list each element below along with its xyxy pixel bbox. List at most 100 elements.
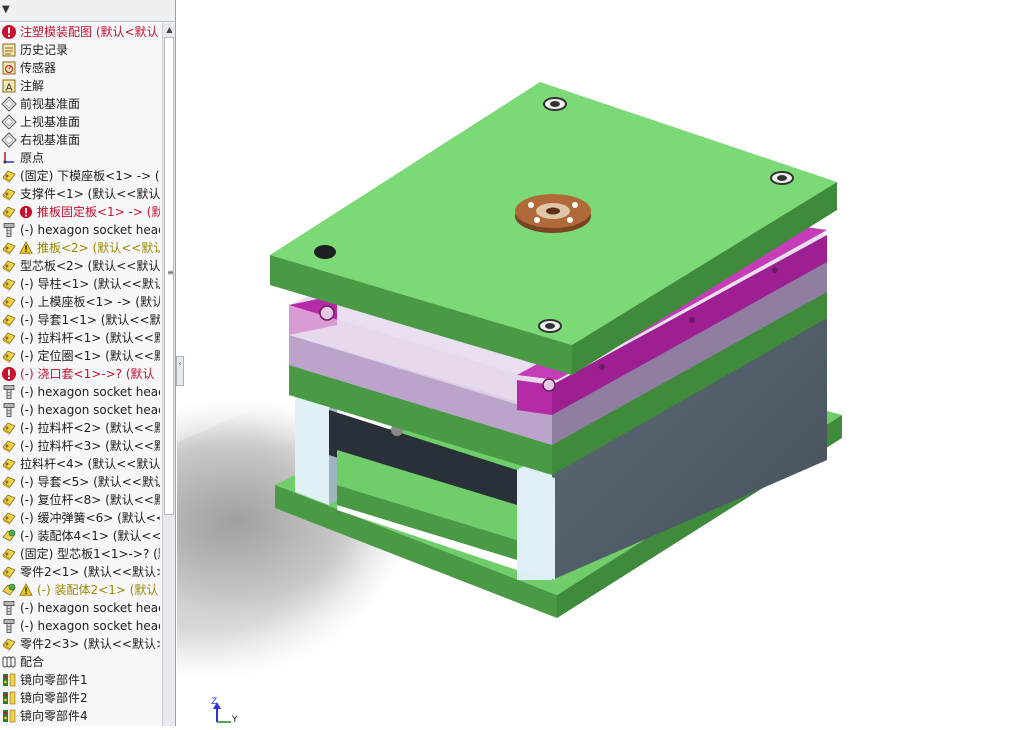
- tree-item-label: (-) 定位圈<1> (默认<<默认: [20, 349, 160, 363]
- tree-item[interactable]: (-) 定位圈<1> (默认<<默认: [0, 347, 160, 365]
- tree-scrollbar[interactable]: ▲ ≡: [162, 23, 175, 726]
- tree-item[interactable]: (-) 装配体4<1> (默认<<默: [0, 527, 160, 545]
- tree-item[interactable]: 上视基准面: [0, 113, 160, 131]
- chevron-down-icon[interactable]: ▼: [2, 4, 10, 15]
- tree-item[interactable]: 右视基准面: [0, 131, 160, 149]
- tree-item[interactable]: 传感器: [0, 59, 160, 77]
- tree-item[interactable]: 镜向零部件1: [0, 671, 160, 689]
- locating-ring[interactable]: [515, 194, 591, 233]
- tree-item[interactable]: (固定) 下模座板<1> -> (: [0, 167, 160, 185]
- tree-item[interactable]: 拉料杆<4> (默认<<默认>: [0, 455, 160, 473]
- plane-icon: [1, 132, 17, 148]
- tree-item[interactable]: (-) 导套<5> (默认<<默认: [0, 473, 160, 491]
- tree-item[interactable]: (-) 拉料杆<2> (默认<<默认: [0, 419, 160, 437]
- tree-item[interactable]: 零件2<1> (默认<<默认>: [0, 563, 160, 581]
- tree-item[interactable]: 推板固定板<1> -> (默: [0, 203, 160, 221]
- tree-item-label: (-) hexagon socket head: [20, 223, 160, 237]
- tree-item-label: (-) 拉料杆<1> (默认<<默认: [20, 331, 160, 345]
- tree-item-label: (-) 上模座板<1> -> (默认: [20, 295, 160, 309]
- part-icon: [1, 294, 17, 310]
- annotation-icon: A: [1, 78, 17, 94]
- plane-icon: [1, 114, 17, 130]
- tree-item[interactable]: (-) hexagon socket head: [0, 401, 160, 419]
- tree-item-label: (-) hexagon socket head: [20, 403, 160, 417]
- tree-item[interactable]: (-) hexagon socket head: [0, 383, 160, 401]
- tree-item[interactable]: (固定) 型芯板1<1>->? (默: [0, 545, 160, 563]
- part-icon: [1, 510, 17, 526]
- tree-item-label: (-) 浇口套<1>->? (默认: [20, 367, 155, 381]
- tree-item[interactable]: 镜向零部件2: [0, 689, 160, 707]
- grip-icon: ≡: [167, 268, 174, 277]
- error-assembly-icon: [1, 24, 17, 40]
- part-icon: [1, 492, 17, 508]
- tree-item-label: (-) 拉料杆<2> (默认<<默认: [20, 421, 160, 435]
- panel-header: ▼: [0, 0, 175, 22]
- subassembly-icon: [1, 528, 17, 544]
- mirror-component-icon: [1, 672, 17, 688]
- tree-item[interactable]: (-) 上模座板<1> -> (默认: [0, 293, 160, 311]
- mirror-component-icon: [1, 708, 17, 724]
- arrow-up-icon[interactable]: ▲: [163, 23, 175, 37]
- mates-icon: [1, 654, 17, 670]
- part-icon: [1, 276, 17, 292]
- tree-item[interactable]: 零件2<3> (默认<<默认>: [0, 635, 160, 653]
- tree-item-label: 拉料杆<4> (默认<<默认>: [20, 457, 160, 471]
- tree-item-label: 历史记录: [20, 43, 69, 57]
- tree-item-label: (-) 缓冲弹簧<6> (默认<<: [20, 511, 160, 525]
- tree-item-label: (-) 装配体2<1> (默认<: [37, 583, 160, 597]
- tree-item[interactable]: 镜向零部件4: [0, 707, 160, 725]
- tree-item[interactable]: (-) 拉料杆<1> (默认<<默认: [0, 329, 160, 347]
- tree-item[interactable]: (-) 导套1<1> (默认<<默认: [0, 311, 160, 329]
- tree-item-label: (-) 导套1<1> (默认<<默认: [20, 313, 160, 327]
- tree-item[interactable]: A 注解: [0, 77, 160, 95]
- triad-z-label: Z: [211, 697, 218, 707]
- tree-item-label: 推板<2> (默认<<默认: [37, 241, 160, 255]
- tree-item-label: (-) 拉料杆<3> (默认<<默认: [20, 439, 160, 453]
- model-viewport[interactable]: [177, 0, 1028, 726]
- tree-item[interactable]: 型芯板<2> (默认<<默认>: [0, 257, 160, 275]
- history-icon: [1, 42, 17, 58]
- tree-item[interactable]: (-) 导柱<1> (默认<<默认: [0, 275, 160, 293]
- scroll-thumb[interactable]: ≡: [164, 37, 174, 515]
- error-icon: [19, 205, 33, 219]
- screw-icon: [1, 384, 17, 400]
- screw-icon: [1, 402, 17, 418]
- tree-item[interactable]: 支撑件<1> (默认<<默认>: [0, 185, 160, 203]
- tree-item[interactable]: 原点: [0, 149, 160, 167]
- part-icon: [1, 330, 17, 346]
- tree-item[interactable]: (-) 缓冲弹簧<6> (默认<<: [0, 509, 160, 527]
- part-icon: [1, 546, 17, 562]
- sensor-icon: [1, 60, 17, 76]
- tree-item[interactable]: (-) hexagon socket head: [0, 221, 160, 239]
- tree-item[interactable]: 注塑模装配图 (默认<默认: [0, 23, 160, 41]
- tree-item-label: (-) hexagon socket head: [20, 601, 160, 615]
- part-icon: [1, 564, 17, 580]
- tree-item[interactable]: 配合: [0, 653, 160, 671]
- tree-item[interactable]: (-) hexagon socket head: [0, 599, 160, 617]
- tree-item[interactable]: 历史记录: [0, 41, 160, 59]
- tree-item-label: (-) 导套<5> (默认<<默认: [20, 475, 160, 489]
- tree-item-label: 配合: [20, 655, 45, 669]
- part-icon: [1, 240, 17, 256]
- triad-y-label: Y: [232, 715, 238, 725]
- warning-icon: [19, 583, 33, 597]
- tree-item-label: 传感器: [20, 61, 57, 75]
- tree-item[interactable]: (-) 复位杆<8> (默认<<默认: [0, 491, 160, 509]
- tree-item[interactable]: (-) 拉料杆<3> (默认<<默认: [0, 437, 160, 455]
- tree-item-label: 前视基准面: [20, 97, 81, 111]
- tree-item[interactable]: 推板<2> (默认<<默认: [0, 239, 160, 257]
- feature-tree: 注塑模装配图 (默认<默认历史记录传感器 A 注解前视基准面上视基准面右视基准面 原点…: [0, 23, 160, 726]
- tree-item[interactable]: (-) hexagon socket head: [0, 617, 160, 635]
- axis-triad: Z Y: [209, 697, 249, 726]
- plane-icon: [1, 96, 17, 112]
- tree-item[interactable]: (-) 装配体2<1> (默认<: [0, 581, 160, 599]
- part-icon: [1, 204, 17, 220]
- subassembly-icon: [1, 582, 17, 598]
- part-icon: [1, 168, 17, 184]
- tree-item[interactable]: (-) 浇口套<1>->? (默认: [0, 365, 160, 383]
- mirror-component-icon: [1, 690, 17, 706]
- tree-item-label: (固定) 下模座板<1> -> (: [20, 169, 160, 183]
- tree-item[interactable]: 前视基准面: [0, 95, 160, 113]
- tree-item-label: 上视基准面: [20, 115, 81, 129]
- screw-icon: [1, 618, 17, 634]
